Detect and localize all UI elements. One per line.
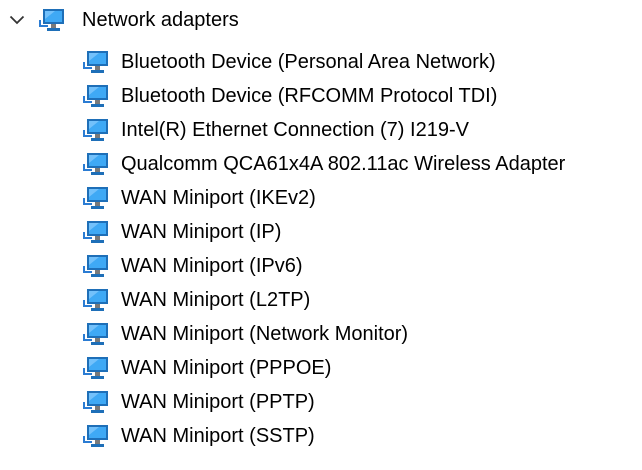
- tree-item-device[interactable]: WAN Miniport (PPTP): [0, 385, 642, 419]
- network-adapter-icon: [82, 252, 110, 280]
- device-label: WAN Miniport (SSTP): [121, 425, 315, 447]
- network-adapter-icon: [82, 286, 110, 314]
- device-label: Intel(R) Ethernet Connection (7) I219-V: [121, 119, 469, 141]
- device-label: WAN Miniport (PPTP): [121, 391, 315, 413]
- device-label: Bluetooth Device (Personal Area Network): [121, 51, 496, 73]
- tree-item-device[interactable]: WAN Miniport (SSTP): [0, 419, 642, 453]
- chevron-down-icon[interactable]: [2, 5, 32, 35]
- network-adapter-icon: [82, 354, 110, 382]
- network-adapter-icon: [82, 422, 110, 450]
- tree-item-device[interactable]: Qualcomm QCA61x4A 802.11ac Wireless Adap…: [0, 147, 642, 181]
- device-label: Qualcomm QCA61x4A 802.11ac Wireless Adap…: [121, 153, 566, 175]
- device-list: Bluetooth Device (Personal Area Network)…: [0, 45, 642, 453]
- network-adapter-icon: [82, 388, 110, 416]
- device-tree: Network adapters Bluetooth Device (Perso…: [0, 0, 642, 470]
- network-adapter-icon: [82, 150, 110, 178]
- tree-item-device[interactable]: Bluetooth Device (Personal Area Network): [0, 45, 642, 79]
- device-label: WAN Miniport (PPPOE): [121, 357, 332, 379]
- network-adapter-icon: [82, 218, 110, 246]
- device-label: Bluetooth Device (RFCOMM Protocol TDI): [121, 85, 498, 107]
- device-label: WAN Miniport (IP): [121, 221, 282, 243]
- network-adapter-icon: [82, 184, 110, 212]
- tree-category-network-adapters[interactable]: Network adapters: [0, 2, 642, 36]
- device-label: WAN Miniport (IKEv2): [121, 187, 316, 209]
- network-adapter-icon: [82, 48, 110, 76]
- tree-item-device[interactable]: WAN Miniport (L2TP): [0, 283, 642, 317]
- network-adapter-icon: [82, 82, 110, 110]
- tree-item-device[interactable]: WAN Miniport (IP): [0, 215, 642, 249]
- network-adapter-icon: [82, 320, 110, 348]
- tree-item-device[interactable]: WAN Miniport (Network Monitor): [0, 317, 642, 351]
- category-label: Network adapters: [82, 9, 239, 31]
- device-label: WAN Miniport (L2TP): [121, 289, 311, 311]
- device-label: WAN Miniport (Network Monitor): [121, 323, 409, 345]
- tree-item-device[interactable]: Bluetooth Device (RFCOMM Protocol TDI): [0, 79, 642, 113]
- network-adapter-icon: [38, 6, 66, 34]
- tree-item-device[interactable]: WAN Miniport (IKEv2): [0, 181, 642, 215]
- tree-item-device[interactable]: WAN Miniport (PPPOE): [0, 351, 642, 385]
- device-label: WAN Miniport (IPv6): [121, 255, 303, 277]
- network-adapter-icon: [82, 116, 110, 144]
- tree-item-device[interactable]: WAN Miniport (IPv6): [0, 249, 642, 283]
- tree-item-device[interactable]: Intel(R) Ethernet Connection (7) I219-V: [0, 113, 642, 147]
